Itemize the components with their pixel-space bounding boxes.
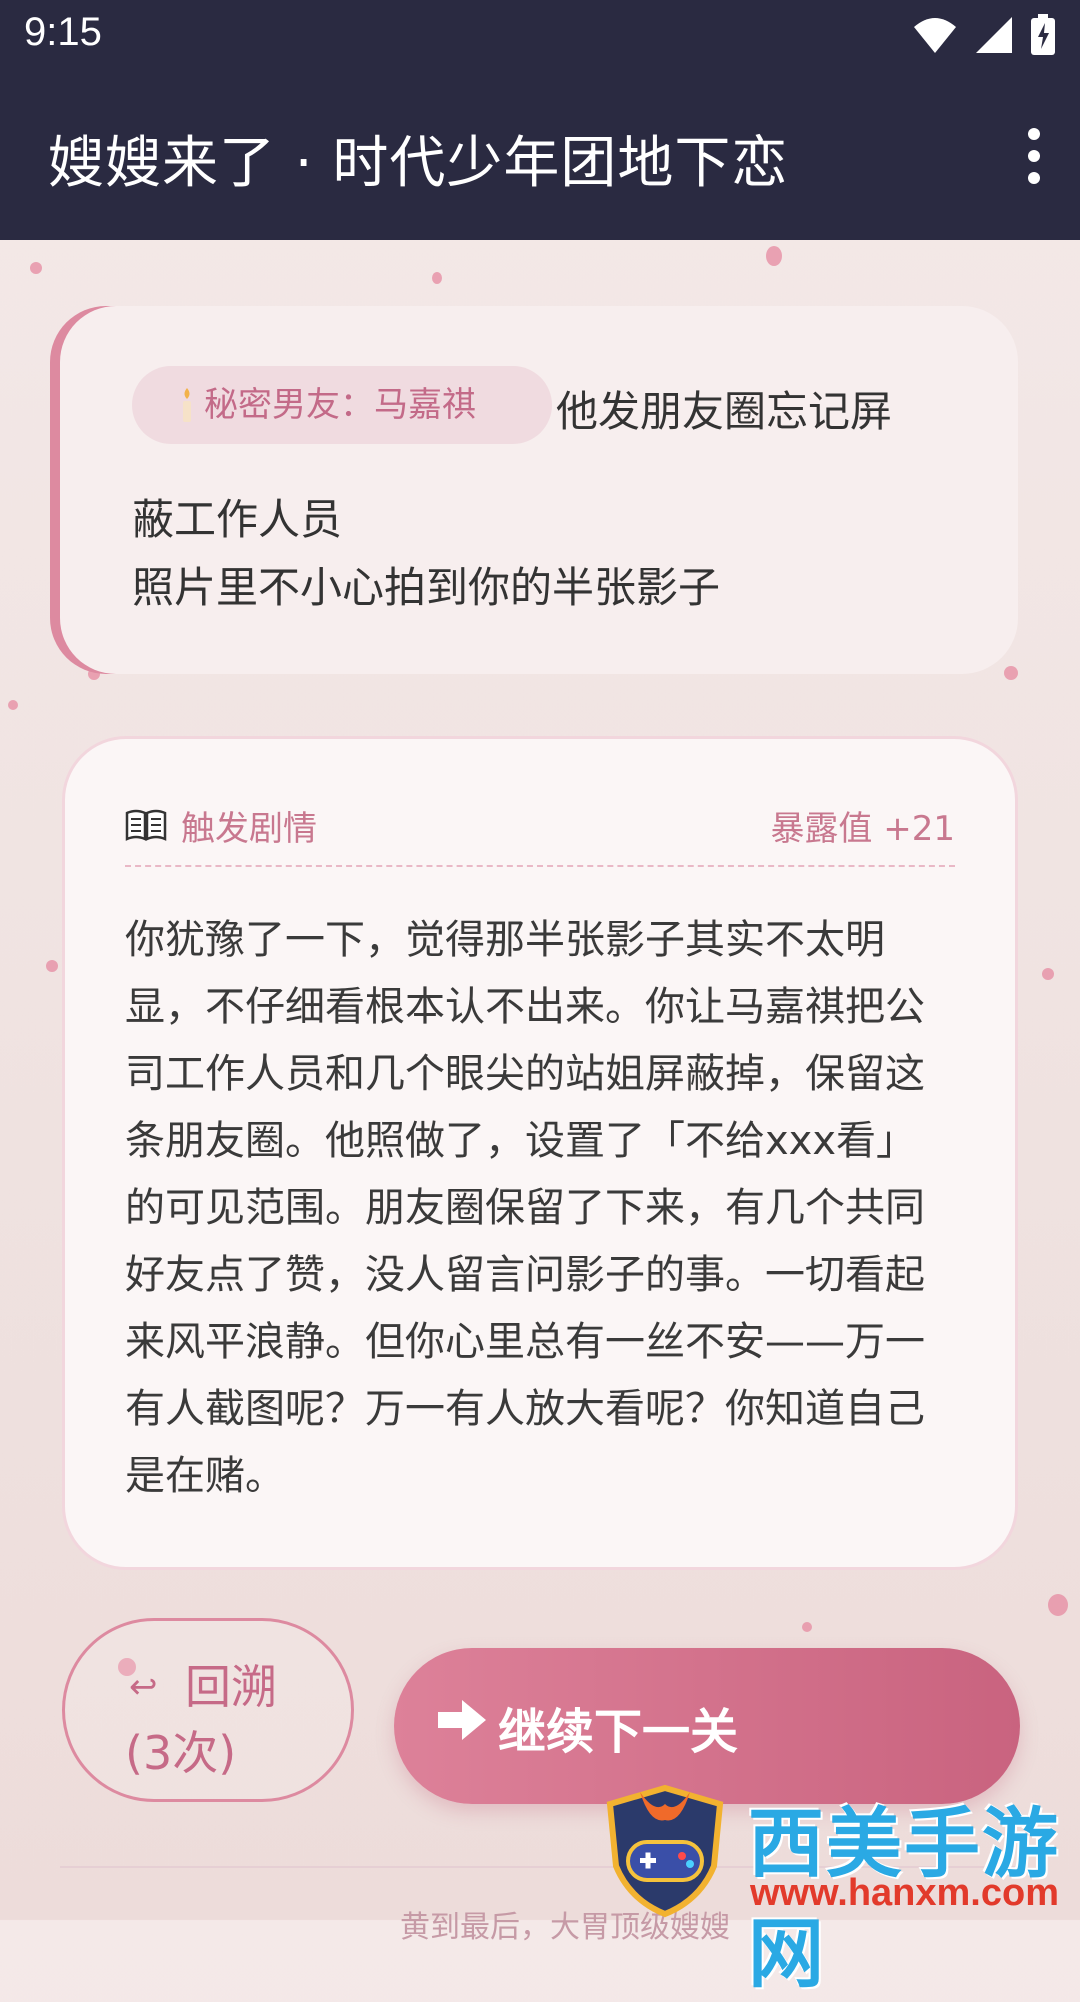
- message-line-1: 他发朋友圈忘记屏: [556, 387, 893, 436]
- signal-icon: [976, 17, 1012, 53]
- petal-decoration: [46, 960, 58, 972]
- status-icons: [912, 14, 1056, 56]
- message-card: 秘密男友：马嘉祺 他发朋友圈忘记屏 蔽工作人员 照片里不小心拍到你的半张影子: [60, 306, 1018, 674]
- trigger-label: 触发剧情: [181, 809, 317, 849]
- petal-decoration: [1048, 1594, 1068, 1616]
- gamepad-shield-logo: [606, 1784, 724, 1918]
- rewind-count: (3次): [125, 1726, 237, 1780]
- watermark-url: www.hanxm.com: [750, 1872, 1059, 1914]
- petal-decoration: [1042, 968, 1054, 980]
- trigger-header: 触发剧情 暴露值 +21: [125, 801, 955, 851]
- site-watermark: 西美手游网 www.hanxm.com: [600, 1782, 1080, 1998]
- app-bar: 嫂嫂来了 · 时代少年团地下恋: [0, 72, 1080, 240]
- secret-boyfriend-tag: 秘密男友：马嘉祺: [132, 366, 552, 444]
- right-arrow-icon: [438, 1700, 486, 1740]
- return-arrow-icon: ↩: [129, 1667, 158, 1707]
- petal-decoration: [802, 1622, 812, 1632]
- tag-label: 秘密男友：马嘉祺: [204, 385, 476, 425]
- candle-icon: [183, 388, 191, 422]
- rewind-button[interactable]: ↩ 回溯 (3次): [62, 1618, 354, 1802]
- battery-icon: [1031, 14, 1055, 55]
- petal-decoration: [432, 272, 442, 284]
- petal-decoration: [766, 246, 782, 266]
- petal-decoration: [1004, 666, 1018, 680]
- exposure-value: 暴露值 +21: [770, 809, 955, 849]
- story-text: 你犹豫了一下，觉得那半张影子其实不太明显，不仔细看根本认不出来。你让马嘉祺把公司…: [125, 917, 925, 1499]
- message-line-2: 蔽工作人员: [132, 495, 343, 544]
- status-time: 9:15: [24, 10, 102, 54]
- petal-decoration: [8, 700, 18, 710]
- app-title: 嫂嫂来了 · 时代少年团地下恋: [48, 131, 789, 196]
- wifi-icon: [914, 18, 956, 53]
- divider: [125, 865, 955, 867]
- more-options-icon[interactable]: [1022, 128, 1046, 184]
- next-level-button[interactable]: 继续下一关: [394, 1648, 1020, 1804]
- status-bar: 9:15: [0, 0, 1080, 72]
- petal-decoration: [30, 262, 42, 274]
- open-book-icon: [125, 809, 167, 841]
- story-card: 触发剧情 暴露值 +21 你犹豫了一下，觉得那半张影子其实不太明显，不仔细看根本…: [62, 736, 1018, 1570]
- rewind-label: 回溯: [185, 1660, 277, 1714]
- message-line-3: 照片里不小心拍到你的半张影子: [132, 563, 721, 612]
- next-level-label: 继续下一关: [498, 1704, 739, 1760]
